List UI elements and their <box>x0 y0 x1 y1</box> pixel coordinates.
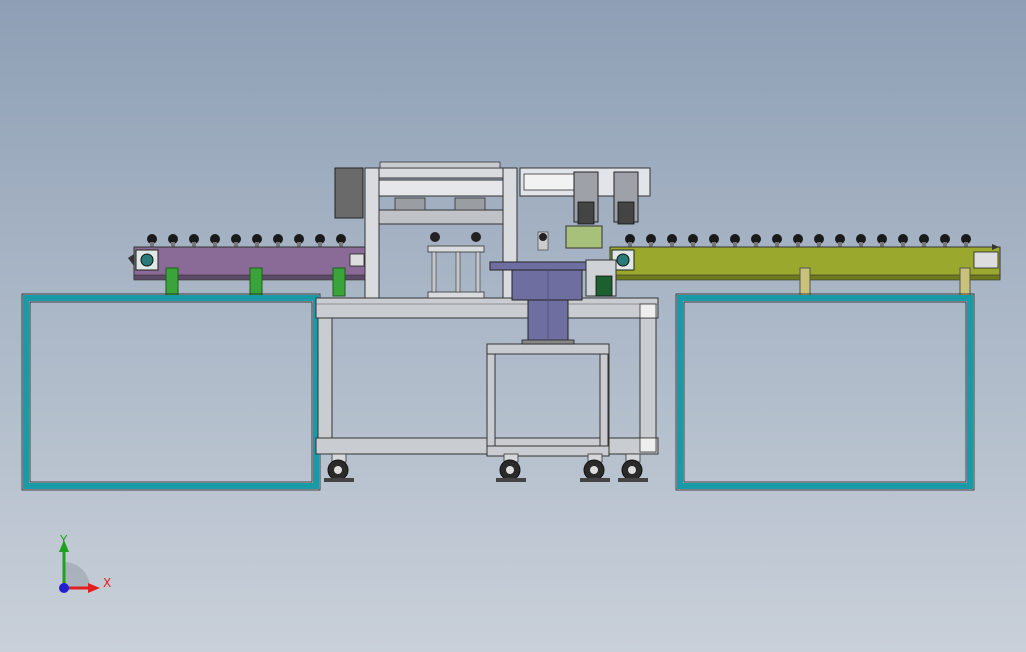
triad-x-arrow-icon <box>88 583 100 593</box>
gantry-motor <box>334 167 364 219</box>
cad-viewport[interactable]: Y X <box>0 0 1026 652</box>
triad-x-label: X <box>103 576 111 590</box>
right-conveyor-rollers <box>625 234 971 248</box>
caster-wheels <box>324 453 648 482</box>
coordinate-triad[interactable]: Y X <box>59 533 111 593</box>
triad-y-label: Y <box>59 533 68 547</box>
left-conveyor[interactable] <box>128 234 367 297</box>
left-conveyor-end-arrow-icon <box>128 254 134 266</box>
guide-post-assembly[interactable] <box>427 232 485 299</box>
triad-arc <box>64 562 90 588</box>
left-conveyor-rollers <box>147 234 346 248</box>
cad-model-canvas[interactable]: Y X <box>0 0 1026 652</box>
triad-z-axis <box>59 583 69 593</box>
right-conveyor[interactable] <box>609 234 1001 297</box>
left-guard-frame[interactable] <box>21 293 321 491</box>
right-guard-frame[interactable] <box>675 293 975 491</box>
